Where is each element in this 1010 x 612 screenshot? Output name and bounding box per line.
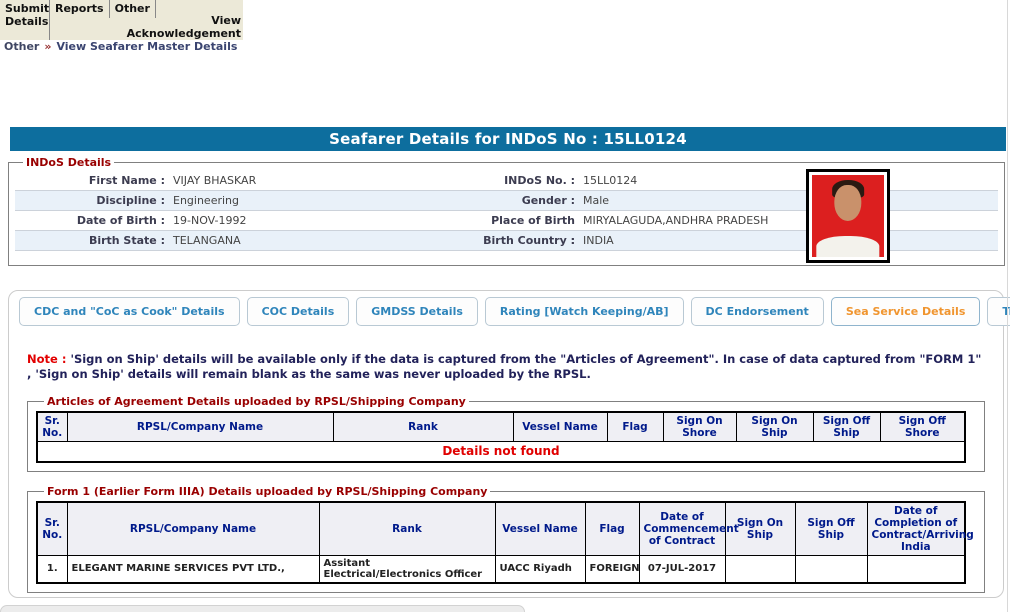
tab-content-panel: CDC and "CoC as Cook" DetailsCOC Details… bbox=[8, 290, 1004, 598]
table-cell: 07-JUL-2017 bbox=[639, 555, 725, 583]
table-cell: 1. bbox=[37, 555, 67, 583]
tab-gmdss-details[interactable]: GMDSS Details bbox=[356, 297, 478, 326]
table-cell bbox=[795, 555, 867, 583]
discipline-value: Engineering bbox=[165, 191, 483, 210]
column-header: Sign Off Ship bbox=[795, 502, 867, 556]
table-cell: Assitant Electrical/Electronics Officer bbox=[319, 555, 495, 583]
column-header: RPSL/Company Name bbox=[67, 412, 333, 442]
horizontal-scrollbar[interactable] bbox=[0, 605, 525, 612]
column-header: Sign Off Shore bbox=[880, 412, 965, 442]
articles-legend: Articles of Agreement Details uploaded b… bbox=[44, 395, 469, 408]
breadcrumb: Other » View Seafarer Master Details bbox=[4, 40, 237, 53]
form1-header-row: Sr. No.RPSL/Company NameRankVessel NameF… bbox=[37, 502, 965, 556]
birth-state-value: TELANGANA bbox=[165, 231, 483, 250]
column-header: Sr. No. bbox=[37, 502, 67, 556]
column-header: Date of Completion of Contract/Arriving … bbox=[867, 502, 965, 556]
page-title: Seafarer Details for INDoS No : 15LL0124 bbox=[10, 127, 1006, 151]
form1-table: Sr. No.RPSL/Company NameRankVessel NameF… bbox=[36, 501, 966, 585]
table-cell bbox=[725, 555, 795, 583]
table-row: Details not found bbox=[37, 442, 965, 462]
form1-legend: Form 1 (Earlier Form IIIA) Details uploa… bbox=[44, 485, 490, 498]
photo-image bbox=[812, 175, 884, 257]
articles-table: Sr. No.RPSL/Company NameRankVessel NameF… bbox=[36, 411, 966, 463]
note-text: Note : 'Sign on Ship' details will be av… bbox=[27, 352, 985, 382]
column-header: RPSL/Company Name bbox=[67, 502, 319, 556]
gender-label: Gender : bbox=[483, 191, 575, 210]
photo-face bbox=[834, 185, 861, 221]
dob-value: 19-NOV-1992 bbox=[165, 211, 483, 230]
top-menu-bar: Submit Details Reports Other View Acknow… bbox=[0, 0, 243, 40]
column-header: Sr. No. bbox=[37, 412, 67, 442]
column-header: Flag bbox=[607, 412, 663, 442]
tab-coc-details[interactable]: COC Details bbox=[247, 297, 350, 326]
column-header: Vessel Name bbox=[513, 412, 607, 442]
column-header: Date of Commencement of Contract bbox=[639, 502, 725, 556]
discipline-label: Discipline : bbox=[15, 191, 165, 210]
breadcrumb-page: View Seafarer Master Details bbox=[56, 40, 237, 53]
tab-strip: CDC and "CoC as Cook" DetailsCOC Details… bbox=[9, 291, 1003, 326]
breadcrumb-separator: » bbox=[44, 40, 51, 53]
empty-message: Details not found bbox=[37, 442, 965, 462]
note-prefix: Note : bbox=[27, 352, 66, 366]
column-header: Rank bbox=[319, 502, 495, 556]
seafarer-photo bbox=[806, 169, 890, 263]
column-header: Vessel Name bbox=[495, 502, 585, 556]
tab-dc-endorsement[interactable]: DC Endorsement bbox=[691, 297, 824, 326]
breadcrumb-section[interactable]: Other bbox=[4, 40, 39, 53]
articles-of-agreement-fieldset: Articles of Agreement Details uploaded b… bbox=[27, 395, 985, 472]
table-row: 1.ELEGANT MARINE SERVICES PVT LTD.,Assit… bbox=[37, 555, 965, 583]
column-header: Rank bbox=[333, 412, 513, 442]
indos-details-legend: INDoS Details bbox=[23, 156, 114, 169]
table-cell: UACC Riyadh bbox=[495, 555, 585, 583]
column-header: Flag bbox=[585, 502, 639, 556]
first-name-value: VIJAY BHASKAR bbox=[165, 171, 483, 190]
table-cell: ELEGANT MARINE SERVICES PVT LTD., bbox=[67, 555, 319, 583]
birth-country-value: INDIA bbox=[575, 231, 998, 250]
first-name-label: First Name : bbox=[15, 171, 165, 190]
gender-value: Male bbox=[575, 191, 998, 210]
dob-label: Date of Birth : bbox=[15, 211, 165, 230]
right-edge-divider bbox=[1007, 0, 1008, 612]
column-header: Sign Off Ship bbox=[813, 412, 880, 442]
menu-item-reports[interactable]: Reports bbox=[50, 0, 110, 18]
photo-shirt bbox=[816, 236, 879, 257]
tab-cdc-and-coc-as-cook-details[interactable]: CDC and "CoC as Cook" Details bbox=[19, 297, 240, 326]
form1-fieldset: Form 1 (Earlier Form IIIA) Details uploa… bbox=[27, 485, 985, 594]
birth-country-label: Birth Country : bbox=[483, 231, 575, 250]
column-header: Sign On Ship bbox=[736, 412, 813, 442]
indos-no-value: 15LL0124 bbox=[575, 171, 998, 190]
articles-header-row: Sr. No.RPSL/Company NameRankVessel NameF… bbox=[37, 412, 965, 442]
birth-state-label: Birth State : bbox=[15, 231, 165, 250]
table-cell bbox=[867, 555, 965, 583]
column-header: Sign On Shore bbox=[663, 412, 736, 442]
table-cell: FOREIGN bbox=[585, 555, 639, 583]
tab-sea-service-details[interactable]: Sea Service Details bbox=[831, 297, 981, 326]
indos-no-label: INDoS No. : bbox=[483, 171, 575, 190]
menu-item-submit-details[interactable]: Submit Details bbox=[0, 0, 50, 40]
tab-rating-watch-keeping-ab[interactable]: Rating [Watch Keeping/AB] bbox=[485, 297, 684, 326]
pob-label: Place of Birth : bbox=[483, 211, 575, 230]
menu-item-view-acknowledgement[interactable]: View Acknowledgement bbox=[121, 14, 241, 40]
pob-value: MIRYALAGUDA,ANDHRA PRADESH bbox=[575, 211, 998, 230]
